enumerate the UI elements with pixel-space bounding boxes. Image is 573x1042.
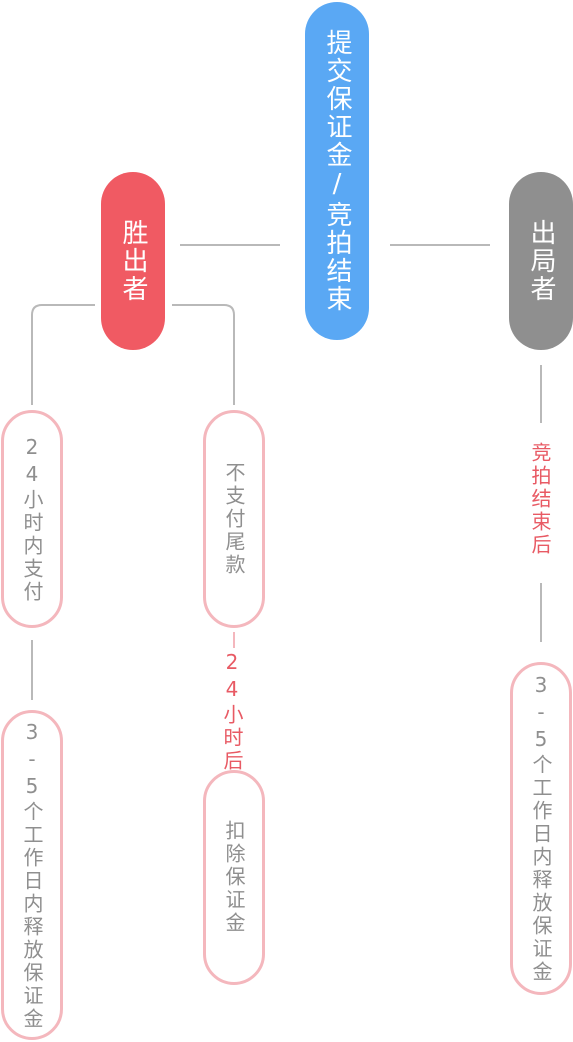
loser-node: 出局者 [509,172,573,350]
winner-node: 胜出者 [101,172,165,350]
not-pay-balance-node: 不支付尾款 [203,410,265,628]
loser-label: 出局者 [526,219,556,303]
after-24h-note: 24小时后 [220,648,244,775]
loser-release-deposit-label: 3-5个工作日内释放保证金 [529,673,553,984]
pay-within-24h-node: 24小时内支付 [1,410,63,628]
winner-release-deposit-label: 3-5个工作日内释放保证金 [20,719,44,1031]
root-label: 提交保证金/竞拍结束 [322,29,352,313]
loser-release-deposit-node: 3-5个工作日内释放保证金 [510,662,572,995]
pay-within-24h-label: 24小时内支付 [20,434,44,604]
winner-release-deposit-node: 3-5个工作日内释放保证金 [1,710,63,1040]
connector-winner-pay [31,304,95,405]
connector-winner-nopay [172,304,235,405]
root-node: 提交保证金/竞拍结束 [305,2,369,340]
connector-lines [31,244,542,765]
winner-label: 胜出者 [118,219,148,303]
deduct-deposit-label: 扣除保证金 [222,820,246,935]
auction-deposit-flowchart: 提交保证金/竞拍结束 胜出者 出局者 24小时内支付 3-5个工作日内释放保证金… [0,0,573,1042]
not-pay-balance-label: 不支付尾款 [222,461,246,577]
deduct-deposit-node: 扣除保证金 [203,770,265,985]
after-auction-note: 竞拍结束后 [528,442,552,557]
